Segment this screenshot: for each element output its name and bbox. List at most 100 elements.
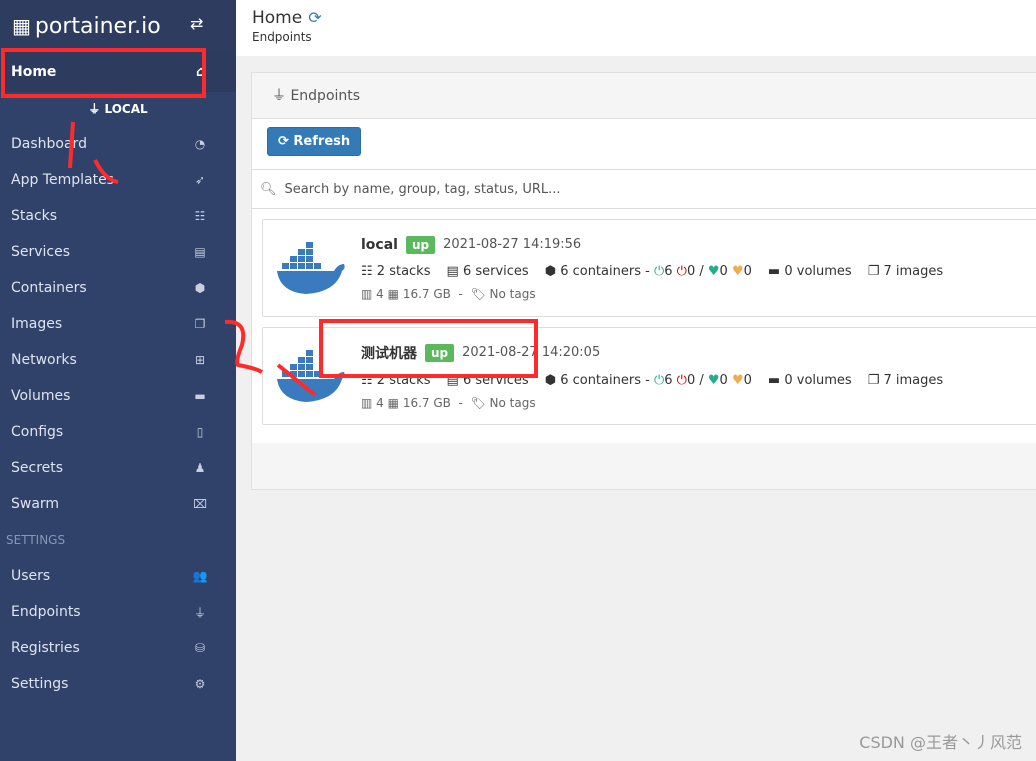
portainer-logo-icon: ▦ bbox=[12, 14, 31, 38]
healthy-count: 0 bbox=[719, 372, 728, 388]
containers-count: ⬢ 6 containers - ⏻6 ⏻0 / ♥0 ♥0 bbox=[545, 373, 752, 388]
nav-label: Stacks bbox=[11, 208, 58, 224]
nav-label: Configs bbox=[11, 424, 64, 440]
nav-label: Dashboard bbox=[11, 136, 87, 152]
breadcrumb: Endpoints bbox=[252, 30, 312, 44]
endpoint-list: local up 2021-08-27 14:19:56 ☷ 2 stacks ▤ … bbox=[252, 209, 1036, 443]
sidebar-item-users[interactable]: Users 👥 bbox=[0, 558, 236, 594]
sidebar-item-secrets[interactable]: Secrets ♟ bbox=[0, 450, 236, 486]
cpu-icon: ▥ bbox=[361, 286, 373, 301]
search-input[interactable] bbox=[284, 181, 885, 197]
healthy-count: 0 bbox=[719, 263, 728, 279]
docker-icon bbox=[263, 242, 361, 294]
watermark: CSDN @王者丶丿风范 bbox=[859, 733, 1022, 752]
sidebar-item-home[interactable]: Home ⌂ bbox=[0, 52, 236, 92]
sidebar-item-containers[interactable]: Containers ⬢ bbox=[0, 270, 236, 306]
hdd-icon: ▬ bbox=[194, 389, 206, 403]
tags-icon: 🏷︎ bbox=[470, 395, 486, 410]
unhealthy-count: 0 bbox=[743, 263, 752, 279]
sidebar-item-networks[interactable]: Networks ⊞ bbox=[0, 342, 236, 378]
sidebar-item-services[interactable]: Services ▤ bbox=[0, 234, 236, 270]
heartbeat-icon: ♥ bbox=[707, 372, 720, 388]
services-text: 6 services bbox=[462, 263, 529, 279]
database-icon: ⛁ bbox=[194, 641, 206, 655]
search-bar: 🔍︎ bbox=[252, 169, 1036, 209]
services-count: ▤ 6 services bbox=[447, 373, 529, 388]
power-off-icon: ⏻ bbox=[676, 372, 687, 388]
memory: 16.7 GB bbox=[402, 286, 451, 301]
volumes-text: 0 volumes bbox=[784, 372, 852, 388]
file-code-icon: ▯ bbox=[196, 425, 204, 439]
stopped-count: 0 / bbox=[686, 372, 704, 388]
list-alt-icon: ▤ bbox=[446, 263, 459, 279]
plug-icon: ⏚ bbox=[193, 605, 206, 620]
page-title: Home bbox=[252, 8, 303, 28]
panel-title: Endpoints bbox=[290, 88, 361, 104]
timestamp: 2021-08-27 14:19:56 bbox=[443, 237, 582, 252]
home-label: Home bbox=[11, 64, 57, 80]
cubes-icon: ⬢ bbox=[544, 263, 557, 279]
nav-label: App Templates bbox=[11, 172, 114, 188]
status-badge: up bbox=[405, 235, 436, 254]
sidebar-item-swarm[interactable]: Swarm ⌧ bbox=[0, 486, 236, 522]
memory-icon: ▦ bbox=[387, 286, 399, 301]
toggle-sidebar-icon[interactable]: ⇄ bbox=[190, 14, 203, 33]
sidebar-item-volumes[interactable]: Volumes ▬ bbox=[0, 378, 236, 414]
clone-icon: ❐ bbox=[867, 372, 880, 388]
hdd-icon: ▬ bbox=[767, 263, 781, 279]
page-header: Home ⟳ Endpoints bbox=[236, 0, 1036, 56]
sidebar-item-configs[interactable]: Configs ▯ bbox=[0, 414, 236, 450]
home-icon: ⌂ bbox=[195, 64, 206, 80]
endpoint-card[interactable]: local up 2021-08-27 14:19:56 ☷ 2 stacks ▤ … bbox=[262, 219, 1036, 317]
stacks-count: ☷ 2 stacks bbox=[361, 264, 431, 279]
th-list-icon: ☷ bbox=[361, 263, 373, 279]
sidebar: ▦ portainer.io ⇄ Home ⌂ ⏚ LOCAL Dashboard… bbox=[0, 0, 236, 761]
status-badge: up bbox=[425, 343, 455, 362]
refresh-label: Refresh bbox=[293, 134, 351, 149]
running-count: 6 bbox=[664, 263, 673, 279]
refresh-button[interactable]: ⟳ Refresh bbox=[267, 127, 362, 156]
nav-label: Services bbox=[11, 244, 71, 260]
images-text: 7 images bbox=[883, 263, 944, 279]
nav-label: Settings bbox=[11, 676, 69, 692]
sitemap-icon: ⊞ bbox=[194, 353, 206, 367]
endpoint-name: LOCAL bbox=[104, 102, 148, 116]
stacks-text: 2 stacks bbox=[376, 372, 431, 388]
search-icon: 🔍︎ bbox=[260, 181, 277, 197]
user-secret-icon: ♟ bbox=[194, 461, 206, 475]
sidebar-item-settings[interactable]: Settings ⚙ bbox=[0, 666, 236, 702]
stacks-count: ☷ 2 stacks bbox=[361, 373, 431, 388]
settings-section-label: SETTINGS bbox=[6, 533, 66, 547]
nav-label: Endpoints bbox=[11, 604, 81, 620]
containers-text: 6 containers - bbox=[560, 372, 650, 388]
images-count: ❐ 7 images bbox=[868, 264, 943, 279]
heartbeat-unhealthy-icon: ♥ bbox=[731, 263, 744, 279]
volumes-text: 0 volumes bbox=[784, 263, 852, 279]
cogs-icon: ⚙ bbox=[194, 677, 206, 691]
sidebar-item-dashboard[interactable]: Dashboard ◔ bbox=[0, 126, 236, 162]
services-count: ▤ 6 services bbox=[447, 264, 529, 279]
object-group-icon: ⌧ bbox=[193, 497, 207, 511]
endpoints-panel: ⏚ Endpoints ⟳ Refresh 🔍︎ localup2021-08-… bbox=[251, 72, 1036, 490]
running-count: 6 bbox=[664, 372, 673, 388]
sidebar-item-registries[interactable]: Registries ⛁ bbox=[0, 630, 236, 666]
images-count: ❐ 7 images bbox=[868, 373, 943, 388]
nav-label: Volumes bbox=[11, 388, 71, 404]
tags: No tags bbox=[489, 286, 536, 301]
heartbeat-unhealthy-icon: ♥ bbox=[731, 372, 744, 388]
cubes-icon: ⬢ bbox=[544, 372, 557, 388]
unhealthy-count: 0 bbox=[743, 372, 752, 388]
containers-text: 6 containers - bbox=[560, 263, 650, 279]
sidebar-item-app-templates[interactable]: App Templates ➶ bbox=[0, 162, 236, 198]
sidebar-item-stacks[interactable]: Stacks ☷ bbox=[0, 198, 236, 234]
brand[interactable]: ▦ portainer.io ⇄ bbox=[0, 0, 236, 52]
sidebar-item-images[interactable]: Images ❐ bbox=[0, 306, 236, 342]
endpoint-card[interactable]: 测试机器 up 2021-08-27 14:20:05 ☷ 2 stacks ▤ 6… bbox=[262, 327, 1036, 425]
cpu-count: 4 bbox=[376, 286, 384, 301]
timestamp: 2021-08-27 14:20:05 bbox=[462, 345, 601, 360]
sidebar-item-endpoints[interactable]: Endpoints ⏚ bbox=[0, 594, 236, 630]
rocket-icon: ➶ bbox=[194, 173, 206, 187]
nav-label: Swarm bbox=[11, 496, 60, 512]
refresh-icon[interactable]: ⟳ bbox=[308, 8, 321, 27]
nav-label: Secrets bbox=[11, 460, 64, 476]
